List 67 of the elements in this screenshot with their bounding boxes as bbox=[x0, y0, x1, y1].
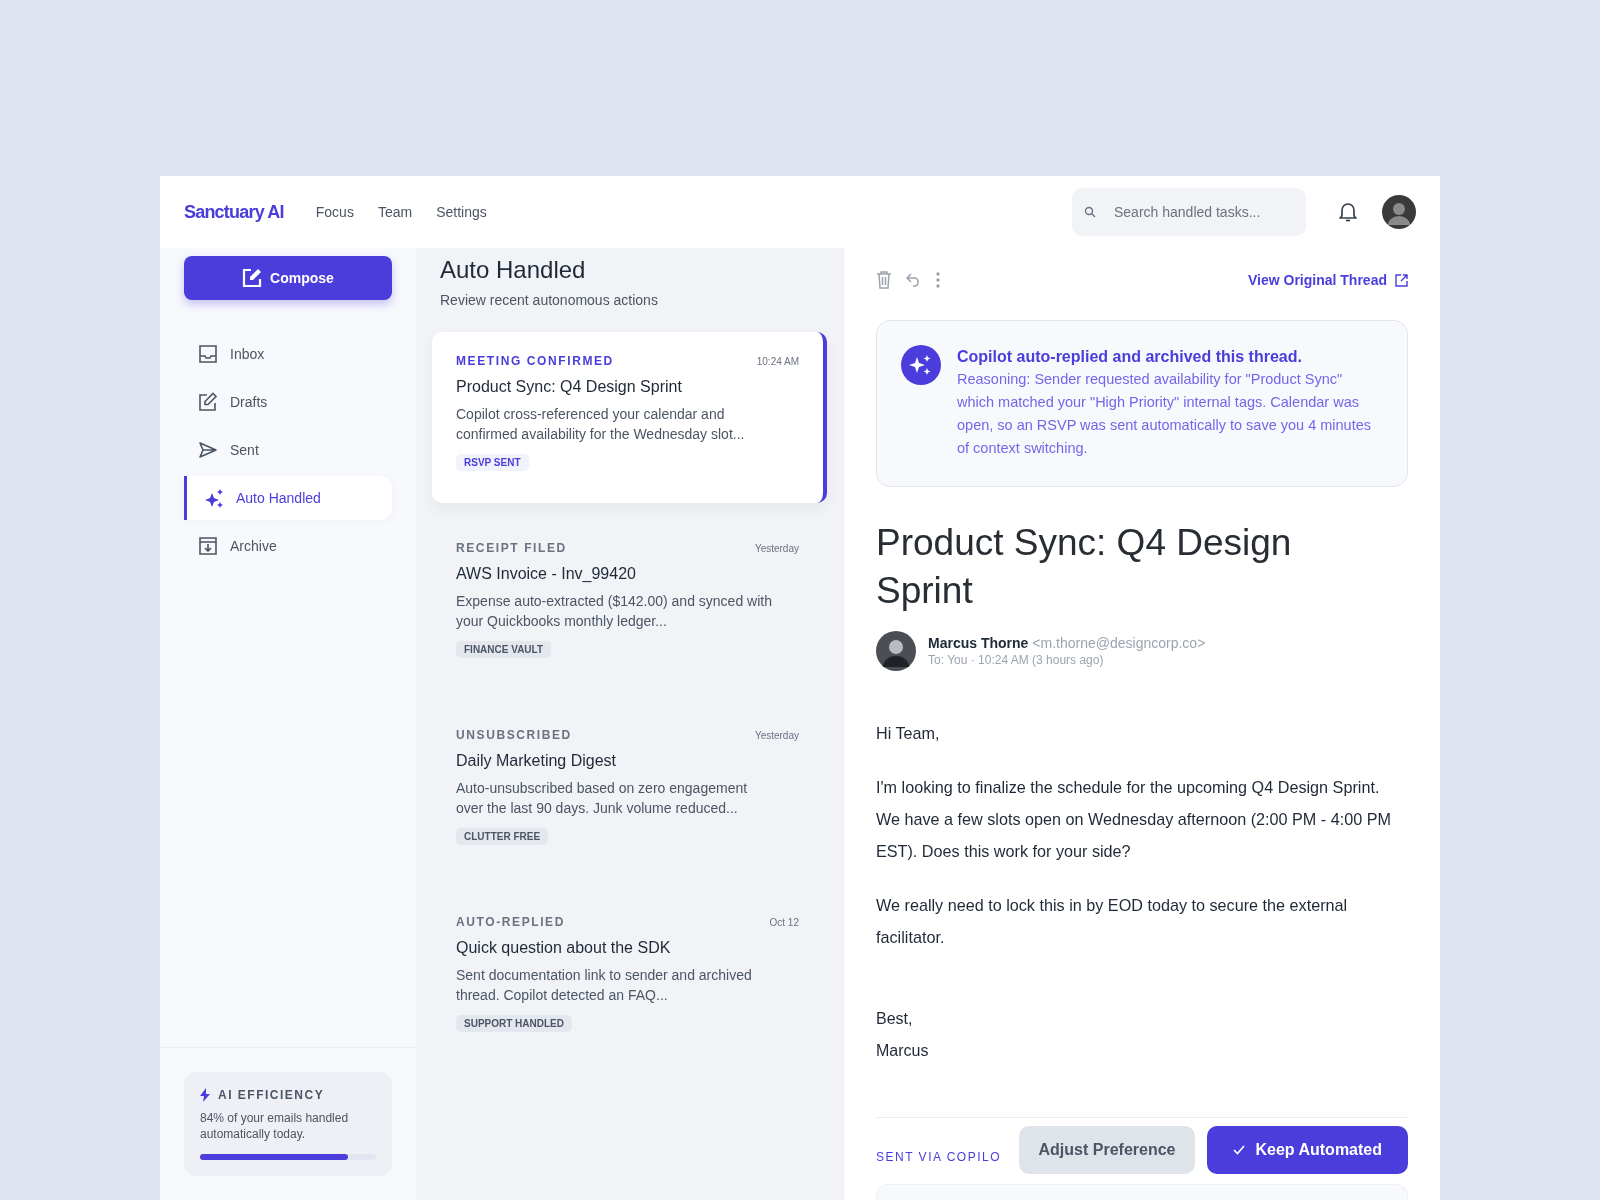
email-summary: Auto-unsubscribed based on zero engagement over the last 90 days. Junk volume reduced... bbox=[456, 779, 749, 818]
search-field[interactable]: Search handled tasks... bbox=[1072, 188, 1306, 236]
status-tag: SUPPORT HANDLED bbox=[456, 1015, 572, 1032]
banner-text: Reasoning: Sender requested availability for "Product Sync" which matched your "High Priority" internal tags. Calendar was open, so an RSVP was sent automatically to save you 4 minutes of context switching. bbox=[957, 370, 1372, 458]
sidebar-item[interactable]: Inbox bbox=[184, 332, 392, 376]
sender-avatar bbox=[876, 631, 916, 671]
lightning-icon bbox=[200, 1088, 210, 1102]
sender-name: Marcus Thorne bbox=[928, 635, 1029, 651]
body-paragraph: I'm looking to finalize the schedule for the upcoming Q4 Design Sprint. We have a few slots open on Wednesday afternoon (2:00 PM - 4:00 PM EST). Does this work for your side? bbox=[876, 777, 1392, 862]
status-tag: RSVP SENT bbox=[456, 454, 529, 471]
body-paragraph: We really need to lock this in by EOD today to secure the external facilitator. bbox=[876, 895, 1349, 948]
email-subject: AWS Invoice - Inv_99420 bbox=[456, 565, 637, 583]
category-label: AUTO-REPLIED bbox=[456, 915, 565, 929]
email-subject: Product Sync: Q4 Design Sprint bbox=[456, 378, 683, 396]
email-subject: Product Sync: Q4 Design Sprint bbox=[876, 521, 1293, 613]
body-paragraph: Hi Team, bbox=[876, 723, 941, 744]
email-subject: Daily Marketing Digest bbox=[456, 752, 618, 770]
email-meta: To: You · 10:24 AM (3 hours ago) bbox=[928, 653, 1105, 667]
sent-via-label: SENT VIA COPILO bbox=[876, 1150, 1001, 1164]
email-time: 10:24 AM bbox=[756, 355, 799, 367]
archive-icon bbox=[198, 536, 218, 556]
email-summary: Expense auto-extracted ($142.00) and synced with your Quickbooks monthly ledger... bbox=[456, 592, 773, 631]
adjust-preference-button[interactable]: Adjust Preference bbox=[1018, 1126, 1196, 1174]
compose-button[interactable]: Compose bbox=[184, 256, 392, 300]
external-link-icon[interactable] bbox=[1395, 273, 1408, 287]
email-card[interactable]: MEETING CONFIRMED 10:24 AM Product Sync: Q4 Design Sprint Copilot cross-referenced your calendar and confirmed availability for the Wednesday slot... RSVP SENT bbox=[432, 332, 827, 503]
sparkle-icon bbox=[901, 345, 941, 385]
email-summary: Copilot cross-referenced your calendar and confirmed availability for the Wednesday slot... bbox=[456, 405, 746, 444]
status-tag: CLUTTER FREE bbox=[456, 828, 549, 845]
sender-email: <m.thorne@designcorp.co> bbox=[1032, 635, 1206, 651]
sidebar-item[interactable]: Archive bbox=[184, 524, 392, 568]
email-subject: Quick question about the SDK bbox=[456, 939, 672, 957]
email-card[interactable]: UNSUBSCRIBED Yesterday Daily Marketing Digest Auto-unsubscribed based on zero engagement over the last 90 days. Junk volume reduced... CLUTTER FREE bbox=[432, 706, 827, 877]
edit-icon bbox=[242, 268, 263, 288]
app-logo[interactable]: Sanctuary AI bbox=[184, 201, 284, 223]
list-title: Auto Handled bbox=[440, 256, 587, 284]
efficiency-title: AI EFFICIENCY bbox=[218, 1088, 325, 1102]
keep-automated-button[interactable]: Keep Automated bbox=[1207, 1126, 1408, 1174]
view-original-link[interactable]: View Original Thread bbox=[1248, 272, 1387, 288]
check-icon bbox=[1233, 1145, 1246, 1155]
nav-link[interactable]: Settings bbox=[436, 204, 487, 220]
email-time: Yesterday bbox=[754, 542, 799, 554]
email-time: Oct 12 bbox=[769, 916, 799, 928]
email-summary: Sent documentation link to sender and archived thread. Copilot detected an FAQ... bbox=[456, 966, 753, 1005]
signature-line: Marcus bbox=[876, 1041, 930, 1061]
category-label: MEETING CONFIRMED bbox=[456, 354, 614, 368]
sidebar-item[interactable]: Drafts bbox=[184, 380, 392, 424]
email-time: Yesterday bbox=[754, 729, 799, 741]
email-card[interactable]: AUTO-REPLIED Oct 12 Quick question about the SDK Sent documentation link to sender and archived thread. Copilot detected an FAQ... SUPPORT HANDLED bbox=[432, 893, 827, 1064]
user-avatar[interactable] bbox=[1382, 195, 1416, 229]
nav-link[interactable]: Team bbox=[377, 204, 413, 220]
list-subtitle: Review recent autonomous actions bbox=[440, 292, 659, 308]
sidebar-item[interactable]: Sent bbox=[184, 428, 392, 472]
status-tag: FINANCE VAULT bbox=[456, 641, 552, 658]
efficiency-text: 84% of your emails handled automatically today. bbox=[200, 1110, 350, 1142]
send-icon bbox=[198, 440, 218, 460]
sidebar-item[interactable]: Auto Handled bbox=[184, 476, 392, 520]
signature-line: Best, bbox=[876, 1009, 914, 1029]
nav-link[interactable]: Focus bbox=[315, 204, 354, 220]
category-label: RECEIPT FILED bbox=[456, 541, 567, 555]
inbox-icon bbox=[198, 344, 218, 364]
edit-icon bbox=[198, 392, 218, 412]
email-card[interactable]: RECEIPT FILED Yesterday AWS Invoice - Inv_99420 Expense auto-extracted ($142.00) and synced with your Quickbooks monthly ledger... FINANCE VAULT bbox=[432, 519, 827, 690]
banner-title: Copilot auto-replied and archived this thread. bbox=[957, 348, 1303, 366]
sparkle-icon bbox=[204, 488, 224, 508]
notification-bell-icon[interactable] bbox=[1338, 201, 1358, 223]
category-label: UNSUBSCRIBED bbox=[456, 728, 572, 742]
